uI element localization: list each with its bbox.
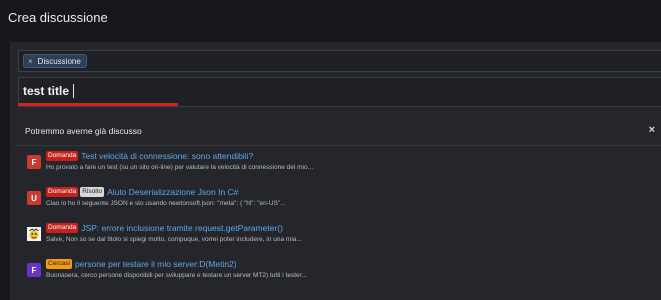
prefix-selector[interactable]: × Discussione [18,50,661,72]
text-caret [73,84,75,98]
badge-domanda: Domanda [46,187,79,197]
similar-thread-item[interactable]: U Domanda Risolto Aiuto Deserializzazion… [27,187,657,213]
similar-thread-item[interactable]: Domanda JSP: errore inclusione tramite r… [27,223,657,249]
create-thread-panel: × Discussione test title Potremmo averne… [10,42,661,300]
badge-domanda: Domanda [46,151,79,161]
page-header: Crea discussione [0,0,661,42]
remove-prefix-icon[interactable]: × [28,57,33,66]
thread-snippet: Ho provato a fare un test (su un sito on… [46,164,314,171]
thread-link[interactable]: JSP: errore inclusione tramite request.g… [81,223,283,233]
thread-link[interactable]: persone per testare il mio server:D(Meti… [75,259,237,269]
thread-title-value: test title [23,84,70,98]
thread-snippet: Salve, Non so se dal titolo si spiegi mo… [46,236,302,243]
thread-link[interactable]: Test velocità di connessione: sono atten… [81,151,253,161]
prefix-label: Discussione [37,56,81,66]
prefix-tag[interactable]: × Discussione [23,54,87,68]
thread-snippet: Buonasera, cerco persone disponibili per… [46,272,307,279]
similar-thread-item[interactable]: F Domanda Test velocità di connessione: … [27,151,657,177]
title-focus-underline [18,103,178,106]
cartoon-face-icon[interactable] [27,227,41,241]
similar-thread-item[interactable]: F Cercasi persone per testare il mio ser… [27,259,657,285]
avatar[interactable]: F [27,155,41,169]
avatar[interactable]: F [27,263,41,277]
avatar[interactable]: U [27,191,41,205]
badge-cercasi: Cercasi [46,259,73,269]
badge-risolto: Risolto [80,187,105,197]
thread-link[interactable]: Aiuto Deserializzazione Json In C# [107,187,238,197]
similar-threads-heading: Potremmo averne già discusso [25,126,142,136]
similar-threads-header: Potremmo averne già discusso × [15,120,661,146]
thread-snippet: Ciao io ho il seguente JSON e sto usando… [46,200,286,207]
page-title: Crea discussione [8,10,108,25]
badge-domanda: Domanda [46,223,79,233]
close-icon[interactable]: × [649,124,655,136]
